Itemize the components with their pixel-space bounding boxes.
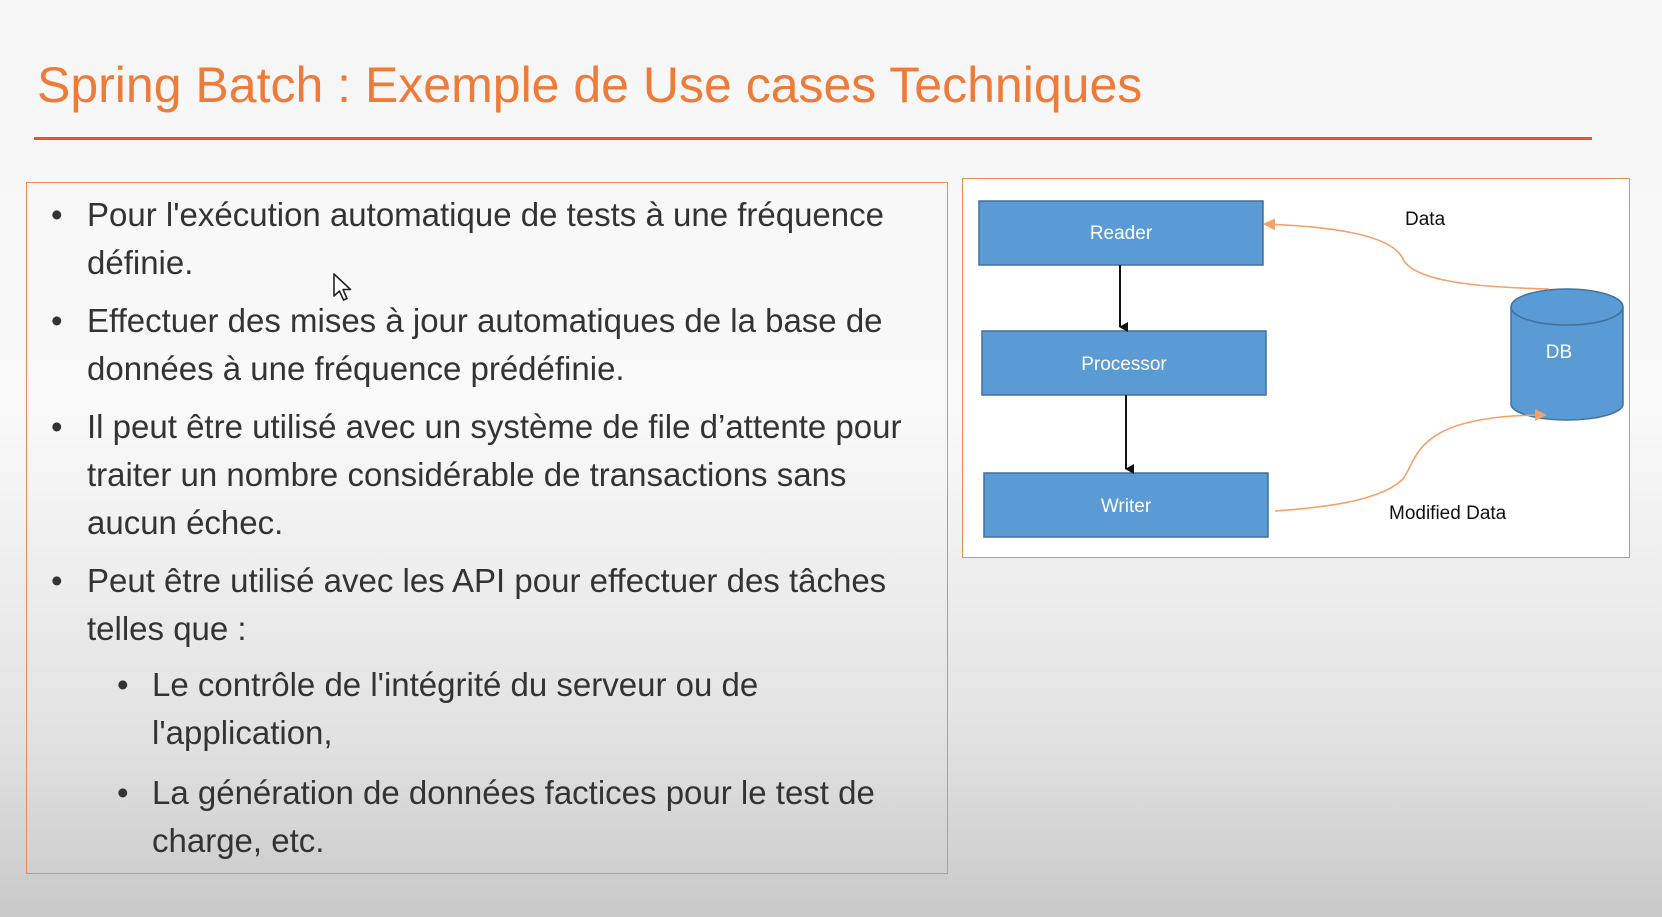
bullet-text: Pour l'exécution automatique de tests à … [87, 196, 884, 281]
bullet-dot: • [117, 774, 129, 811]
bullet-item: • Effectuer des mises à jour automatique… [41, 297, 937, 393]
modified-data-edge-label: Modified Data [1389, 503, 1507, 524]
bullet-text: Peut être utilisé avec les API pour effe… [87, 562, 887, 647]
db-to-reader-data-arrow [1263, 218, 1550, 290]
writer-to-db-modified-arrow [1274, 409, 1547, 512]
bullet-list: • Pour l'exécution automatique de tests … [41, 191, 937, 865]
mouse-pointer-icon [333, 273, 352, 301]
flow-diagram-canvas: Reader Processor Writer DB Data Modified… [978, 200, 1624, 538]
processor-node: Processor [981, 330, 1267, 396]
reader-node: Reader [978, 200, 1264, 266]
flow-diagram: Reader Processor Writer DB Data Modified… [962, 178, 1630, 558]
title-underline [34, 137, 1592, 140]
data-edge-label: Data [1405, 209, 1446, 230]
bullet-dot: • [51, 562, 63, 599]
bullet-dot: • [51, 408, 63, 445]
bullet-text-box: • Pour l'exécution automatique de tests … [26, 182, 948, 874]
bullet-dot: • [51, 302, 63, 339]
sub-bullet-text: La génération de données factices pour l… [152, 774, 875, 859]
reader-label: Reader [1090, 223, 1153, 244]
bullet-dot: • [51, 196, 63, 233]
bullet-text: Il peut être utilisé avec un système de … [87, 408, 902, 541]
writer-label: Writer [1101, 496, 1152, 517]
bullet-item: • Il peut être utilisé avec un système d… [41, 403, 937, 547]
bullet-item: • Pour l'exécution automatique de tests … [41, 191, 937, 287]
slide: Spring Batch : Exemple de Use cases Tech… [0, 0, 1662, 917]
sub-bullet-list: • Le contrôle de l'intégrité du serveur … [87, 661, 937, 865]
processor-label: Processor [1081, 354, 1167, 375]
bullet-text: Effectuer des mises à jour automatiques … [87, 302, 883, 387]
writer-node: Writer [983, 472, 1269, 538]
bullet-dot: • [117, 666, 129, 703]
sub-bullet-item: • Le contrôle de l'intégrité du serveur … [87, 661, 937, 757]
db-label: DB [1546, 342, 1572, 363]
db-node: DB [1510, 288, 1624, 421]
sub-bullet-text: Le contrôle de l'intégrité du serveur ou… [152, 666, 759, 751]
sub-bullet-item: • La génération de données factices pour… [87, 769, 937, 865]
bullet-item: • Peut être utilisé avec les API pour ef… [41, 557, 937, 865]
slide-title: Spring Batch : Exemple de Use cases Tech… [37, 57, 1143, 113]
